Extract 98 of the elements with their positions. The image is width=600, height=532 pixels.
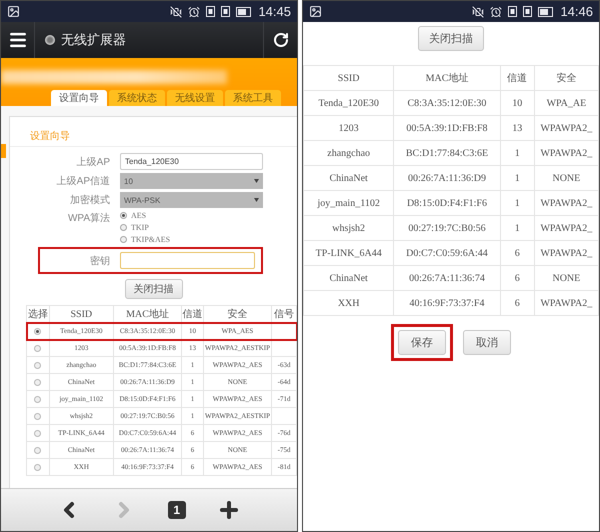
table-cell: 1203: [304, 116, 394, 140]
dropdown[interactable]: WPA-PSK: [120, 192, 263, 208]
table-cell: 6: [500, 290, 534, 316]
menu-icon: [8, 30, 28, 50]
tab[interactable]: 无线设置: [167, 90, 223, 106]
radio-icon[interactable]: [34, 413, 42, 420]
table-cell: WPAWPA2_: [534, 116, 598, 140]
text-field[interactable]: Tenda_120E30: [120, 153, 263, 170]
sim-card-icon: [508, 6, 518, 17]
close-scan-button[interactable]: 关闭扫描: [124, 279, 182, 299]
battery-icon: [538, 6, 554, 16]
table-cell: 1: [500, 190, 534, 216]
table-cell: C8:3A:35:12:0E:30: [394, 90, 500, 116]
table-cell: D0:C7:C0:59:6A:44: [394, 240, 500, 266]
cancel-button[interactable]: 取消: [463, 330, 511, 355]
table-cell: WPAWPA2_: [534, 290, 598, 316]
tab[interactable]: 设置向导: [51, 90, 107, 106]
gallery-icon: [7, 5, 20, 18]
radio-option[interactable]: TKIP&AES: [120, 235, 170, 244]
alarm-icon: [188, 6, 200, 18]
alarm-icon: [490, 6, 502, 18]
vibrate-off-icon: [170, 6, 182, 18]
table-cell: D8:15:0D:F4:F1:F6: [394, 190, 500, 216]
column-header: SSID: [304, 66, 394, 90]
table-cell: WPAWPA2_: [534, 140, 598, 166]
tab[interactable]: 系统状态: [109, 90, 165, 106]
table-cell: joy_main_1102: [304, 190, 394, 216]
table-cell: 1: [500, 216, 534, 240]
radio-icon[interactable]: [34, 345, 42, 352]
table-cell: 1: [500, 166, 534, 190]
column-header: 安全: [534, 66, 598, 90]
accent-bar: [1, 144, 6, 158]
table-cell: WPA_AE: [534, 90, 598, 116]
column-header: 选择: [26, 306, 50, 322]
radio-icon[interactable]: [34, 464, 42, 471]
table-cell: NONE: [534, 266, 598, 290]
column-header: 信号: [272, 306, 296, 322]
text-field[interactable]: [120, 252, 255, 269]
logo-icon: [45, 35, 55, 45]
table-cell: NONE: [534, 166, 598, 190]
column-header: MAC地址: [113, 306, 182, 322]
column-header: SSID: [49, 306, 114, 322]
tab-count-button[interactable]: 1: [168, 501, 186, 519]
table-cell: 6: [500, 266, 534, 290]
table-cell: whsjsh2: [304, 216, 394, 240]
sim-card-icon: [221, 6, 230, 17]
column-header: 信道: [182, 306, 204, 322]
radio-option[interactable]: AES: [120, 211, 170, 220]
table-cell: 00:27:19:7C:B0:56: [394, 216, 500, 240]
table-cell: WPAWPA2_: [534, 190, 598, 216]
table-cell: ChinaNet: [304, 266, 394, 290]
section-title: 设置向导: [10, 117, 297, 147]
column-header: 信道: [500, 66, 534, 90]
table-cell: ChinaNet: [304, 166, 394, 190]
field-label: 密钥: [89, 254, 110, 268]
sim-card-icon: [206, 6, 216, 17]
radio-icon[interactable]: [34, 362, 42, 369]
table-cell: WPAWPA2_: [534, 240, 598, 266]
column-header: MAC地址: [394, 66, 500, 90]
table-cell: BC:D1:77:84:C3:6E: [394, 140, 500, 166]
tab[interactable]: 系统工具: [225, 90, 281, 106]
save-button[interactable]: 保存: [398, 330, 446, 355]
close-scan-button[interactable]: 关闭扫描: [418, 26, 484, 51]
battery-icon: [236, 6, 252, 16]
table-cell: zhangchao: [304, 140, 394, 166]
radio-icon[interactable]: [34, 379, 42, 386]
refresh-icon: [272, 32, 288, 48]
table-cell: 00:5A:39:1D:FB:F8: [394, 116, 500, 140]
field-label: WPA算法: [66, 212, 110, 225]
clock-time: 14:45: [258, 4, 291, 19]
table-cell: 00:26:7A:11:36:D9: [394, 166, 500, 190]
table-cell: WPAWPA2_: [534, 216, 598, 240]
field-label: 加密模式: [69, 194, 110, 207]
field-label: 上级AP: [76, 156, 110, 168]
table-cell: TP-LINK_6A44: [304, 240, 394, 266]
radio-icon[interactable]: [34, 447, 42, 454]
vibrate-off-icon: [472, 6, 484, 18]
radio-icon[interactable]: [34, 430, 42, 437]
app-title: 无线扩展器: [61, 31, 126, 49]
dropdown[interactable]: 10: [120, 173, 263, 189]
field-label: 上级AP信道: [56, 174, 110, 188]
table-cell: Tenda_120E30: [304, 90, 394, 116]
table-cell: 13: [500, 116, 534, 140]
table-cell: 40:16:9F:73:37:F4: [394, 290, 500, 316]
sim-card-icon: [523, 6, 532, 17]
table-cell: 10: [500, 90, 534, 116]
gallery-icon: [309, 5, 322, 18]
column-header: 安全: [203, 306, 272, 322]
radio-icon[interactable]: [34, 328, 42, 335]
radio-icon[interactable]: [34, 396, 42, 403]
radio-option[interactable]: TKIP: [120, 223, 170, 232]
caret-icon: [254, 179, 259, 183]
table-cell: XXH: [304, 290, 394, 316]
table-cell: 00:26:7A:11:36:74: [394, 266, 500, 290]
caret-icon: [254, 198, 259, 202]
table-cell: 1: [500, 140, 534, 166]
table-cell: 6: [500, 240, 534, 266]
clock-time: 14:46: [560, 4, 593, 19]
